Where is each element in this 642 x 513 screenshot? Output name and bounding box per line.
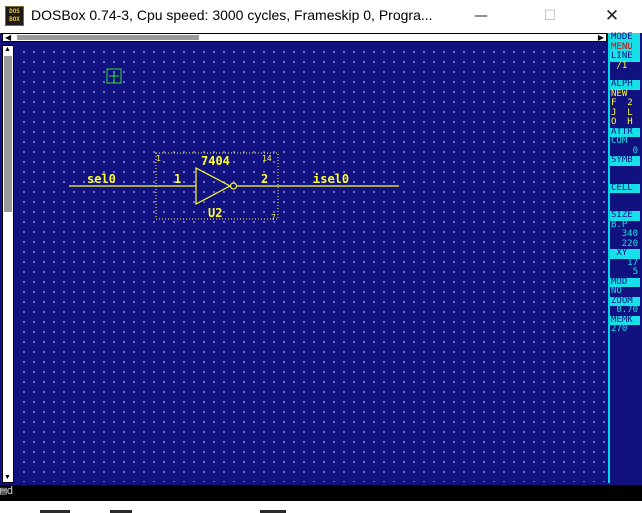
maximize-button[interactable]: ☐ <box>527 0 573 33</box>
dosbox-app-icon[interactable]: DOS BOX <box>5 6 24 26</box>
dos-screen: ◀ ▶ ▲ ▼ 7404 U2 1 2 1 14 7 sel0 isel0 MO… <box>0 32 642 485</box>
input-pin-number: 1 <box>174 172 181 186</box>
input-net-label: sel0 <box>87 172 116 186</box>
horizontal-scrollbar[interactable]: ◀ ▶ <box>2 33 607 42</box>
output-net-label: isel0 <box>313 172 349 186</box>
part-number-label: 7404 <box>201 154 230 168</box>
status-bar: ▤d <box>0 485 642 501</box>
vertical-scrollbar[interactable]: ▲ ▼ <box>2 45 14 483</box>
corner-pin-label-top-right: 14 <box>262 154 272 163</box>
app-icon-text-bottom: BOX <box>9 16 20 23</box>
corner-pin-label-top-left: 1 <box>156 154 161 163</box>
menu-spacer <box>610 166 640 175</box>
window-title-bar[interactable]: DOS BOX DOSBox 0.74-3, Cpu speed: 3000 c… <box>0 0 642 33</box>
cursor-crosshair-icon <box>106 68 122 84</box>
minimize-button[interactable]: — <box>458 0 504 33</box>
menu-spacer <box>610 193 640 202</box>
menu-item[interactable]: SYMB <box>610 155 640 166</box>
menu-item[interactable]: /1 <box>610 61 640 72</box>
corner-pin-label-bottom-right: 7 <box>271 213 276 222</box>
scroll-left-arrow-icon[interactable]: ◀ <box>5 34 11 42</box>
status-text: ▤d <box>0 484 14 497</box>
scroll-down-arrow-icon[interactable]: ▼ <box>4 474 11 482</box>
output-pin-number: 2 <box>261 172 268 186</box>
scroll-up-arrow-icon[interactable]: ▲ <box>4 46 11 54</box>
bottom-strip <box>0 501 642 513</box>
menu-item[interactable]: CELL <box>610 183 640 193</box>
app-icon-text-top: DOS <box>9 8 20 15</box>
horizontal-scroll-thumb[interactable] <box>17 35 199 40</box>
vertical-scroll-thumb[interactable] <box>4 56 12 212</box>
reference-designator-label: U2 <box>208 206 222 220</box>
command-menu: MODE MENU LINE /1 ALPH NEW F 2J LO H ATTR COM 0 S… <box>608 32 640 483</box>
inverter-gate-icon[interactable] <box>195 167 238 205</box>
schematic-drawing: 7404 U2 1 2 1 14 7 sel0 isel0 <box>69 68 399 222</box>
scroll-right-arrow-icon[interactable]: ▶ <box>598 34 604 42</box>
menu-item: 270 <box>611 324 628 334</box>
close-button[interactable]: ✕ <box>589 0 635 33</box>
schematic-canvas[interactable]: 7404 U2 1 2 1 14 7 sel0 isel0 <box>16 44 607 482</box>
window-title: DOSBox 0.74-3, Cpu speed: 3000 cycles, F… <box>31 7 433 23</box>
